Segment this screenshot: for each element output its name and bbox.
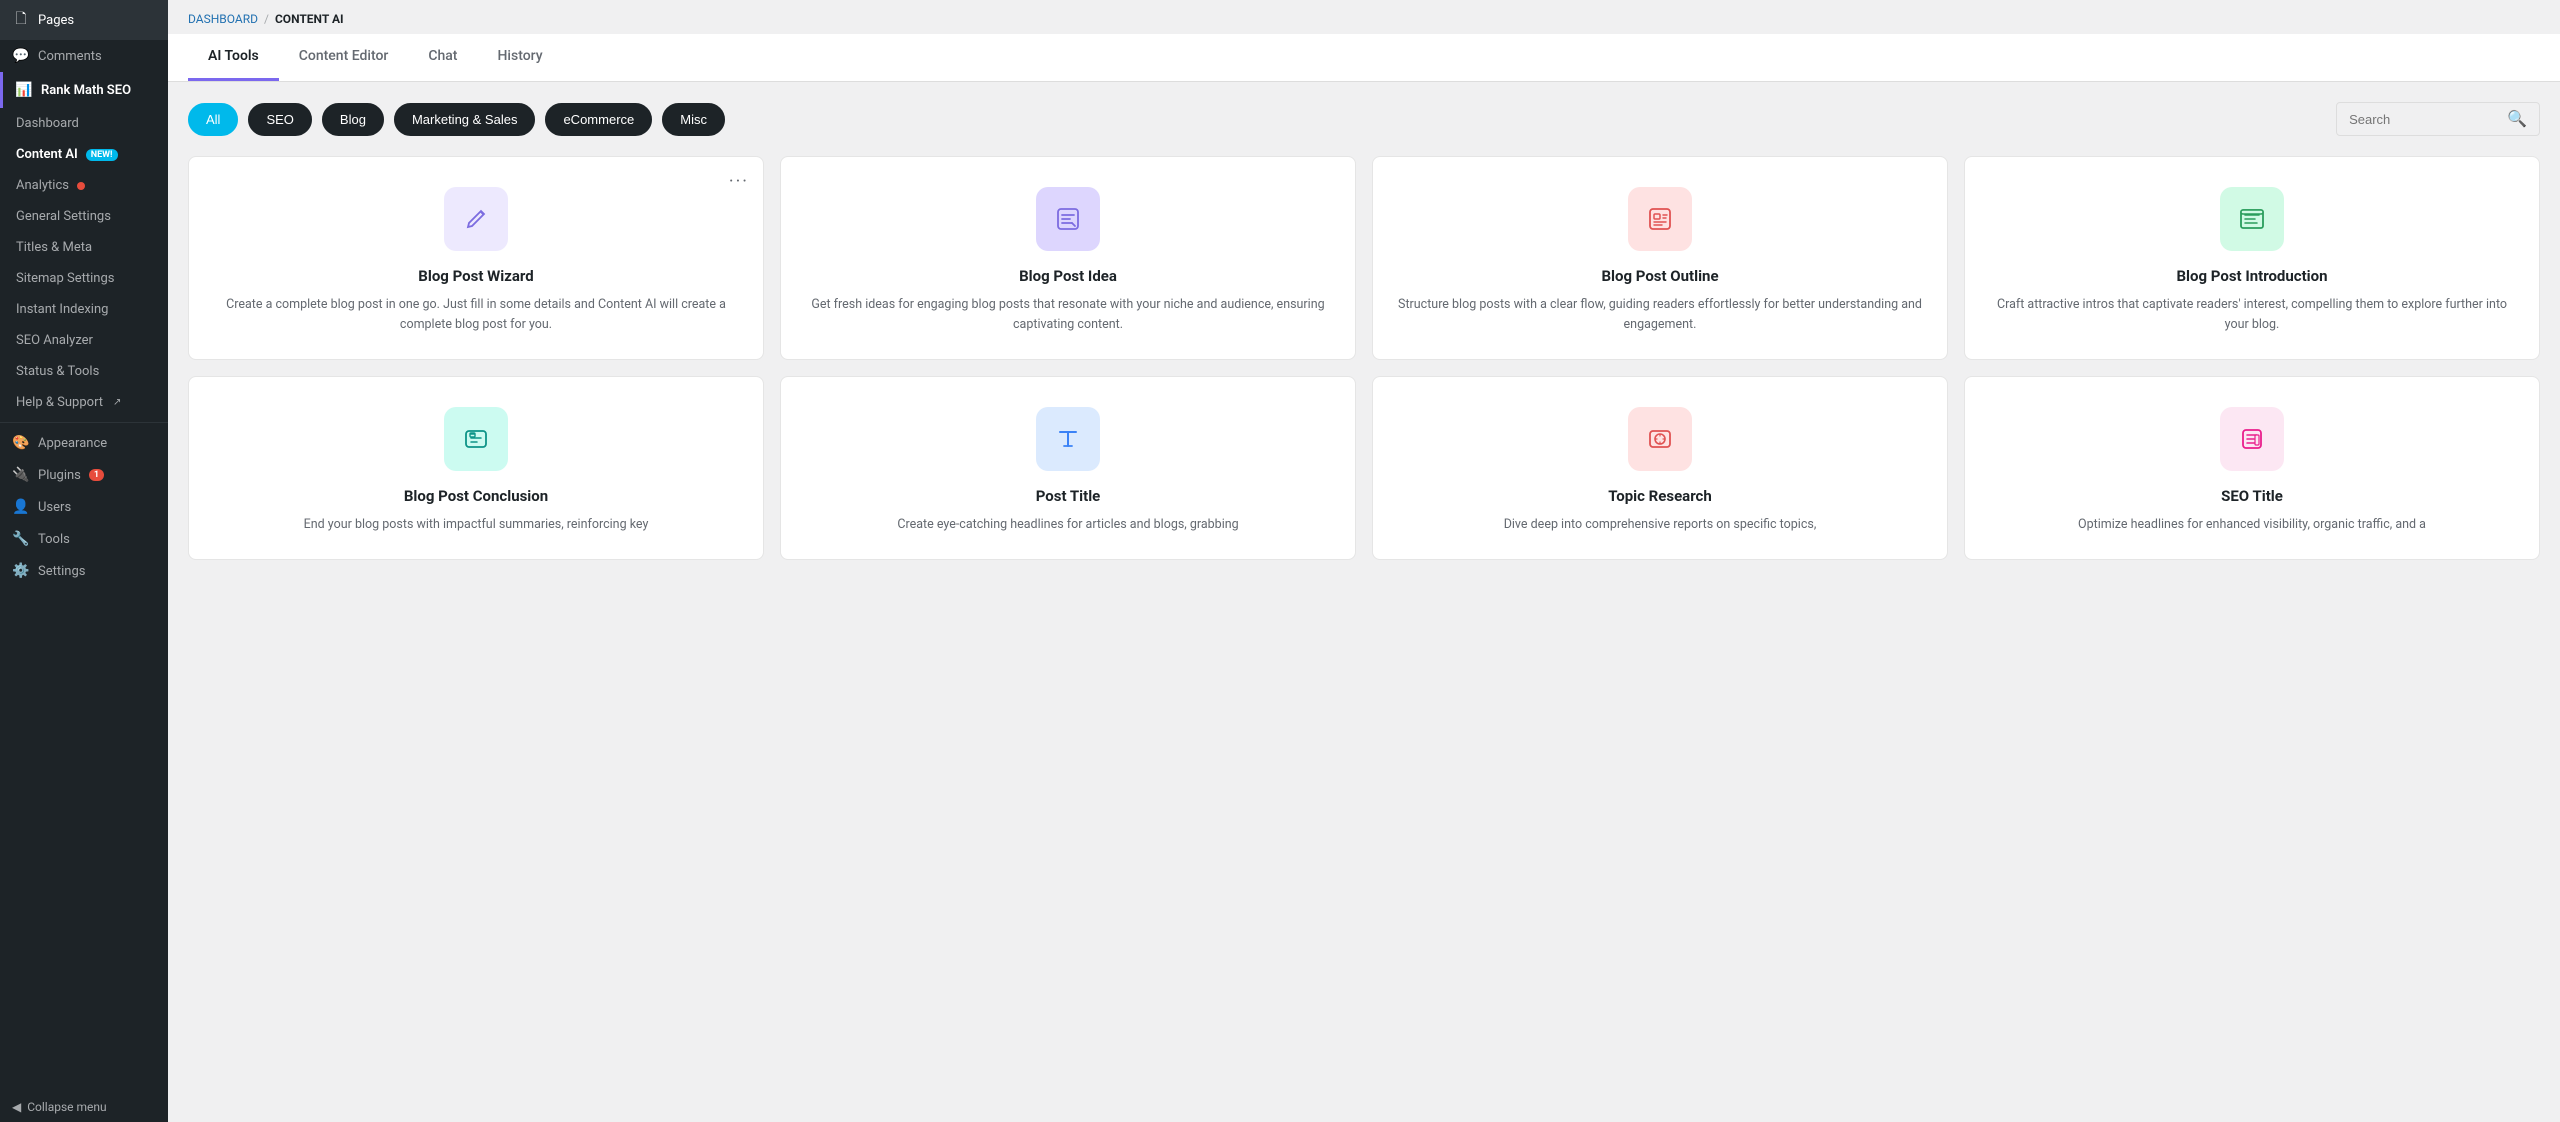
card-desc: Structure blog posts with a clear flow, … bbox=[1397, 295, 1923, 335]
filter-misc[interactable]: Misc bbox=[662, 103, 725, 136]
filter-blog[interactable]: Blog bbox=[322, 103, 384, 136]
sidebar-item-pages[interactable]: 🗋 Pages bbox=[0, 0, 168, 40]
card-icon-seo-title bbox=[2220, 407, 2284, 471]
card-title: Topic Research bbox=[1608, 487, 1712, 505]
collapse-menu-button[interactable]: ◀ Collapse menu bbox=[0, 1092, 168, 1122]
sidebar-item-dashboard[interactable]: Dashboard bbox=[12, 108, 156, 139]
tab-chat[interactable]: Chat bbox=[408, 34, 477, 81]
card-desc: Craft attractive intros that captivate r… bbox=[1989, 295, 2515, 335]
card-icon-blog-post-conclusion bbox=[444, 407, 508, 471]
external-link-icon: ↗ bbox=[113, 397, 121, 408]
card-title: Blog Post Wizard bbox=[418, 267, 533, 285]
sidebar-item-general-settings[interactable]: General Settings bbox=[12, 201, 156, 232]
sidebar-item-seo-analyzer[interactable]: SEO Analyzer bbox=[12, 325, 156, 356]
tab-history[interactable]: History bbox=[477, 34, 562, 81]
breadcrumb-separator: / bbox=[264, 12, 269, 26]
search-box: 🔍 bbox=[2336, 102, 2540, 136]
sidebar-item-sitemap-settings[interactable]: Sitemap Settings bbox=[12, 263, 156, 294]
card-desc: Create a complete blog post in one go. J… bbox=[213, 295, 739, 335]
card-title: Post Title bbox=[1036, 487, 1101, 505]
new-badge: New! bbox=[86, 149, 118, 161]
card-blog-post-introduction[interactable]: Blog Post Introduction Craft attractive … bbox=[1964, 156, 2540, 360]
breadcrumb: DASHBOARD / CONTENT AI bbox=[168, 0, 2560, 34]
card-desc: Create eye-catching headlines for articl… bbox=[897, 515, 1238, 535]
filter-ecommerce[interactable]: eCommerce bbox=[545, 103, 652, 136]
filter-bar: All SEO Blog Marketing & Sales eCommerce… bbox=[188, 102, 2540, 136]
sidebar-item-titles-meta[interactable]: Titles & Meta bbox=[12, 232, 156, 263]
card-blog-post-wizard[interactable]: ··· Blog Post Wizard Create a complete b… bbox=[188, 156, 764, 360]
users-icon: 👤 bbox=[12, 499, 30, 515]
settings-icon: ⚙️ bbox=[12, 563, 30, 579]
breadcrumb-current: CONTENT AI bbox=[275, 12, 344, 26]
card-title: Blog Post Outline bbox=[1601, 267, 1718, 285]
sidebar-item-rank-math[interactable]: 📊 Rank Math SEO bbox=[0, 72, 168, 108]
sidebar-item-tools[interactable]: 🔧 Tools bbox=[0, 523, 168, 555]
sidebar: 🗋 Pages 💬 Comments 📊 Rank Math SEO Dashb… bbox=[0, 0, 168, 1122]
rank-math-icon: 📊 bbox=[15, 82, 33, 98]
sidebar-item-instant-indexing[interactable]: Instant Indexing bbox=[12, 294, 156, 325]
main-content: DASHBOARD / CONTENT AI AI Tools Content … bbox=[168, 0, 2560, 1122]
card-title: Blog Post Introduction bbox=[2176, 267, 2327, 285]
tab-ai-tools[interactable]: AI Tools bbox=[188, 34, 279, 81]
card-blog-post-conclusion[interactable]: Blog Post Conclusion End your blog posts… bbox=[188, 376, 764, 560]
card-icon-blog-post-introduction bbox=[2220, 187, 2284, 251]
pages-icon: 🗋 bbox=[12, 8, 30, 32]
sidebar-item-users[interactable]: 👤 Users bbox=[0, 491, 168, 523]
card-blog-post-idea[interactable]: Blog Post Idea Get fresh ideas for engag… bbox=[780, 156, 1356, 360]
plugins-icon: 🔌 bbox=[12, 467, 30, 483]
filter-all[interactable]: All bbox=[188, 103, 238, 136]
search-icon: 🔍 bbox=[2507, 111, 2527, 128]
sidebar-item-status-tools[interactable]: Status & Tools bbox=[12, 356, 156, 387]
filter-seo[interactable]: SEO bbox=[248, 103, 311, 136]
card-desc: Get fresh ideas for engaging blog posts … bbox=[805, 295, 1331, 335]
sidebar-item-appearance[interactable]: 🎨 Appearance bbox=[0, 427, 168, 459]
breadcrumb-dashboard[interactable]: DASHBOARD bbox=[188, 12, 258, 26]
search-button[interactable]: 🔍 bbox=[2507, 109, 2527, 129]
card-topic-research[interactable]: Topic Research Dive deep into comprehens… bbox=[1372, 376, 1948, 560]
filter-marketing[interactable]: Marketing & Sales bbox=[394, 103, 536, 136]
tab-content-editor[interactable]: Content Editor bbox=[279, 34, 409, 81]
card-icon-blog-post-outline bbox=[1628, 187, 1692, 251]
collapse-icon: ◀ bbox=[12, 1100, 21, 1114]
sidebar-item-settings[interactable]: ⚙️ Settings bbox=[0, 555, 168, 587]
sidebar-item-comments[interactable]: 💬 Comments bbox=[0, 40, 168, 72]
sidebar-item-help-support[interactable]: Help & Support ↗ bbox=[12, 387, 156, 418]
cards-grid: ··· Blog Post Wizard Create a complete b… bbox=[188, 156, 2540, 560]
divider bbox=[0, 422, 168, 423]
card-desc: Optimize headlines for enhanced visibili… bbox=[2078, 515, 2426, 535]
tools-icon: 🔧 bbox=[12, 531, 30, 547]
card-icon-blog-post-idea bbox=[1036, 187, 1100, 251]
card-icon-topic-research bbox=[1628, 407, 1692, 471]
search-input[interactable] bbox=[2349, 112, 2499, 127]
content-area: All SEO Blog Marketing & Sales eCommerce… bbox=[168, 82, 2560, 1122]
card-options-dots[interactable]: ··· bbox=[729, 171, 749, 192]
card-icon-post-title bbox=[1036, 407, 1100, 471]
card-seo-title[interactable]: SEO Title Optimize headlines for enhance… bbox=[1964, 376, 2540, 560]
card-post-title[interactable]: Post Title Create eye-catching headlines… bbox=[780, 376, 1356, 560]
card-icon-blog-post-wizard bbox=[444, 187, 508, 251]
card-title: Blog Post Conclusion bbox=[404, 487, 548, 505]
plugins-badge: 1 bbox=[89, 469, 104, 481]
card-desc: Dive deep into comprehensive reports on … bbox=[1504, 515, 1817, 535]
comments-icon: 💬 bbox=[12, 48, 30, 64]
sidebar-item-analytics[interactable]: Analytics bbox=[12, 170, 156, 201]
card-title: Blog Post Idea bbox=[1019, 267, 1117, 285]
card-blog-post-outline[interactable]: Blog Post Outline Structure blog posts w… bbox=[1372, 156, 1948, 360]
analytics-dot bbox=[77, 182, 85, 190]
card-title: SEO Title bbox=[2221, 487, 2283, 505]
sidebar-item-plugins[interactable]: 🔌 Plugins 1 bbox=[0, 459, 168, 491]
sidebar-item-content-ai[interactable]: Content AI New! bbox=[12, 139, 156, 170]
tab-bar: AI Tools Content Editor Chat History bbox=[168, 34, 2560, 82]
appearance-icon: 🎨 bbox=[12, 435, 30, 451]
card-desc: End your blog posts with impactful summa… bbox=[304, 515, 649, 535]
